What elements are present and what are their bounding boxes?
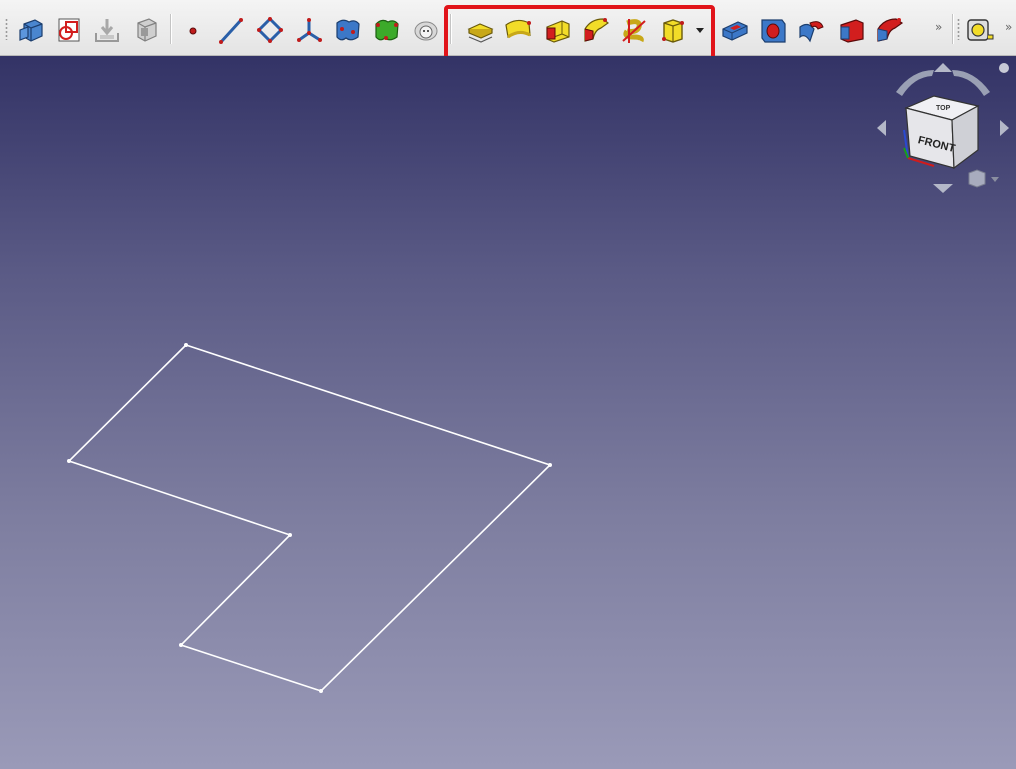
additive-helix-icon [622, 19, 646, 43]
additive-loft-button[interactable] [541, 14, 573, 46]
pan-right-arrow-icon[interactable] [1000, 120, 1009, 136]
additive-primitive-dropdown[interactable] [690, 14, 710, 46]
subtractive-loft-button[interactable] [835, 14, 867, 46]
pocket-button[interactable] [719, 14, 751, 46]
toolbar-separator [450, 14, 452, 44]
additive-primitive-button[interactable] [657, 14, 689, 46]
clone-sheep-button[interactable] [410, 14, 442, 46]
local-coordinate-system-button[interactable] [294, 14, 326, 46]
clone-button[interactable] [130, 14, 162, 46]
shape-binder-button[interactable] [332, 14, 364, 46]
new-body-button[interactable] [15, 14, 47, 46]
revolution-icon [505, 19, 531, 39]
pad-icon [467, 23, 494, 43]
mini-cube-icon[interactable] [968, 169, 986, 188]
subtractive-pipe-icon [877, 18, 904, 42]
pocket-icon [722, 21, 748, 41]
toolbar-grip[interactable] [957, 18, 960, 40]
additive-loft-icon [546, 20, 570, 43]
toolbar-overflow-button-2[interactable]: » [1005, 20, 1012, 34]
subtractive-loft-icon [840, 19, 864, 43]
view-menu-dot-icon[interactable] [999, 63, 1009, 73]
hole-button[interactable] [757, 14, 789, 46]
navigation-cube[interactable]: FRONT TOP [874, 60, 1014, 200]
toolbar-separator [170, 14, 172, 44]
measure-icon [967, 19, 994, 41]
groove-button[interactable] [795, 14, 827, 46]
pan-left-arrow-icon[interactable] [877, 120, 886, 136]
datum-line-icon [219, 18, 243, 44]
local-coordinate-system-icon [297, 18, 322, 42]
rotate-right-arrow-icon[interactable] [952, 70, 990, 96]
sketch-canvas [67, 343, 552, 693]
part-design-toolbar: » » [0, 0, 1016, 56]
measure-button[interactable] [964, 14, 996, 46]
additive-pipe-button[interactable] [580, 14, 612, 46]
pan-up-arrow-icon[interactable] [934, 63, 952, 72]
chevron-down-icon [696, 28, 704, 33]
datum-point-button[interactable] [177, 14, 209, 46]
toolbar-overflow-button[interactable]: » [935, 20, 942, 34]
sketch-wire[interactable] [67, 344, 552, 692]
create-sketch-icon [58, 18, 80, 42]
clone-sheep-icon [414, 21, 438, 41]
subtractive-pipe-button[interactable] [874, 14, 906, 46]
pan-down-arrow-icon[interactable] [933, 184, 953, 193]
rotate-left-arrow-icon[interactable] [896, 70, 934, 96]
datum-plane-button[interactable] [254, 14, 286, 46]
shape-binder-icon [336, 19, 360, 41]
create-sketch-button[interactable] [53, 14, 85, 46]
subshape-binder-button[interactable] [371, 14, 403, 46]
new-body-icon [19, 19, 43, 42]
cube-top-label: TOP [936, 105, 951, 112]
toolbar-grip[interactable] [5, 18, 8, 40]
datum-point-icon [189, 27, 197, 35]
clone-icon [137, 18, 157, 42]
groove-icon [799, 21, 824, 43]
sketch-vertices[interactable] [67, 343, 552, 693]
toolbar-separator [952, 14, 954, 44]
hole-icon [761, 19, 786, 43]
import-icon [95, 19, 119, 42]
subshape-binder-icon [375, 19, 399, 41]
import-button[interactable] [91, 14, 123, 46]
additive-helix-button[interactable] [618, 14, 650, 46]
datum-plane-icon [256, 16, 284, 44]
datum-line-button[interactable] [215, 14, 247, 46]
revolution-button[interactable] [502, 14, 534, 46]
pad-button[interactable] [464, 14, 496, 46]
3d-viewport[interactable] [0, 56, 1016, 769]
additive-pipe-icon [584, 18, 609, 42]
mini-cube-dropdown-icon[interactable] [991, 177, 999, 182]
view-cube[interactable]: FRONT TOP [904, 95, 980, 170]
additive-primitive-icon [662, 19, 684, 43]
